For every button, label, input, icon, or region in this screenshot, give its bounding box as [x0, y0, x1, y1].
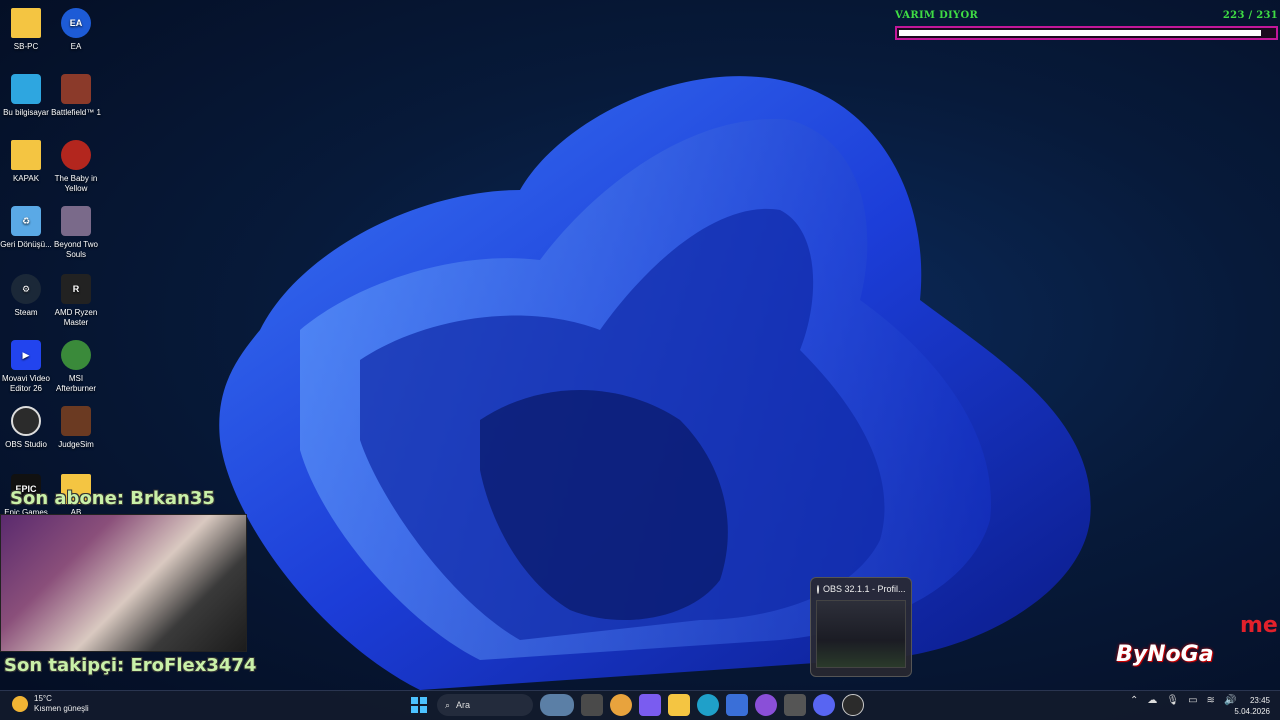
folder-icon	[11, 140, 41, 170]
desktop-icon-beyond-two-souls[interactable]: Beyond Two Souls	[50, 206, 102, 260]
obs-taskbar-preview[interactable]: OBS 32.1.1 - Profil...	[810, 577, 912, 677]
desktop-icon-judgesim[interactable]: JudgeSim	[50, 406, 102, 450]
last-subscriber-text: Son abone: Brkan35	[10, 488, 215, 509]
desktop-icon-msi-afterburner[interactable]: MSI Afterburner	[50, 340, 102, 394]
webcam-overlay	[0, 514, 247, 652]
desktop-icon-battlefield[interactable]: Battlefield™ 1	[50, 74, 102, 118]
desktop-icon-label: Bu bilgisayar	[3, 108, 49, 117]
desktop-icon-sb-pc[interactable]: SB-PC	[0, 8, 52, 52]
logo-accent: me	[1240, 613, 1278, 638]
desktop-icon-baby-in-yellow[interactable]: The Baby in Yellow	[50, 140, 102, 194]
afterburner-icon	[61, 340, 91, 370]
file-explorer-icon[interactable]	[668, 694, 690, 716]
ryzen-icon: R	[61, 274, 91, 304]
goal-progress-fill	[899, 30, 1261, 36]
weather-sun-icon	[12, 696, 28, 712]
obs-preview-title: OBS 32.1.1 - Profil...	[823, 584, 906, 594]
desktop-icon-movavi[interactable]: ▶ Movavi Video Editor 26	[0, 340, 52, 394]
desktop-icon-this-pc[interactable]: Bu bilgisayar	[0, 74, 52, 118]
obs-icon	[817, 584, 819, 594]
game-icon	[61, 74, 91, 104]
desktop-icon-label: KAPAK	[12, 174, 40, 183]
last-follower-text: Son takipçi: EroFlex3474	[4, 655, 257, 676]
edge-icon[interactable]	[697, 694, 719, 716]
folder-icon	[11, 8, 41, 38]
desktop-icon-label: Geri Dönüşü...	[0, 240, 52, 249]
copilot-icon[interactable]	[639, 694, 661, 716]
clock-date: 5.04.2026	[1234, 707, 1270, 716]
obs-preview-thumbnail	[816, 600, 906, 668]
monitor-icon	[11, 74, 41, 104]
microphone-icon[interactable]: 🎙	[1166, 695, 1179, 706]
ea-app-icon: EA	[61, 8, 91, 38]
desktop-icon-label: Battlefield™ 1	[51, 108, 101, 117]
widgets-icon[interactable]	[540, 694, 574, 716]
system-tray: ⌃ ☁ 🎙 ▭ ≋ 🔊	[1130, 695, 1236, 706]
goal-count: 223 / 231	[1222, 10, 1278, 21]
task-view-icon[interactable]	[581, 694, 603, 716]
desktop-icon-label: MSI Afterburner	[55, 374, 97, 393]
obs-taskbar-icon[interactable]	[842, 694, 864, 716]
desktop-icon-label: AMD Ryzen Master	[54, 308, 98, 327]
desktop-icon-label: Steam	[14, 308, 38, 317]
desktop-icon-ryzen-master[interactable]: R AMD Ryzen Master	[50, 274, 102, 328]
wifi-icon[interactable]: ≋	[1207, 695, 1215, 706]
desktop-icon-label: OBS Studio	[5, 440, 47, 449]
desktop-icon-label: SB-PC	[13, 42, 39, 51]
steam-icon: ⚙	[11, 274, 41, 304]
desktop-icon-ea[interactable]: EA EA	[50, 8, 102, 52]
taskbar-clock[interactable]: 23:45 5.04.2026	[1228, 695, 1270, 717]
clock-time: 23:45	[1249, 696, 1270, 705]
game-icon	[61, 206, 91, 236]
desktop-icon-obs[interactable]: OBS Studio	[0, 406, 52, 450]
network-cloud-icon[interactable]: ☁	[1147, 695, 1157, 706]
desktop-icon-label: Beyond Two Souls	[54, 240, 98, 259]
movavi-icon: ▶	[11, 340, 41, 370]
recycle-bin-icon: ♻	[11, 206, 41, 236]
weather-desc: Kısmen güneşli	[34, 704, 89, 713]
desktop-icon-label: JudgeSim	[58, 440, 94, 449]
desktop-icon-steam[interactable]: ⚙ Steam	[0, 274, 52, 318]
game-icon	[61, 140, 91, 170]
search-icon: ⌕	[445, 699, 451, 710]
goal-title: VARIM DIYOR	[895, 10, 979, 21]
obs-icon	[11, 406, 41, 436]
chrome-icon[interactable]	[610, 694, 632, 716]
desktop-icon-label: EA	[70, 42, 82, 51]
desktop-icon-kapak[interactable]: KAPAK	[0, 140, 52, 184]
taskbar: 15°C Kısmen güneşli ⌕ Ara ⌃ ☁ 🎙 ▭ ≋ 🔊 23…	[0, 690, 1280, 720]
taskbar-search[interactable]: ⌕ Ara	[437, 694, 533, 716]
start-button[interactable]	[408, 694, 430, 716]
gavel-icon	[61, 406, 91, 436]
twitch-studio-icon[interactable]	[755, 694, 777, 716]
weather-temp: 15°C	[34, 694, 52, 703]
display-icon[interactable]: ▭	[1188, 695, 1197, 706]
channel-logo: ByNoGa	[1116, 642, 1214, 667]
desktop-icon-recycle-bin[interactable]: ♻ Geri Dönüşü...	[0, 206, 52, 250]
discord-icon[interactable]	[813, 694, 835, 716]
desktop-icon-label: The Baby in Yellow	[54, 174, 98, 193]
weather-widget[interactable]: 15°C Kısmen güneşli	[12, 694, 89, 714]
app-icon[interactable]	[784, 694, 806, 716]
stream-goal-widget: VARIM DIYOR 223 / 231	[895, 10, 1278, 40]
desktop-icon-label: Movavi Video Editor 26	[2, 374, 50, 393]
chevron-up-icon[interactable]: ⌃	[1130, 695, 1138, 706]
search-placeholder: Ara	[456, 700, 471, 710]
goal-progress-bar	[895, 26, 1278, 40]
windows-logo-icon	[411, 697, 427, 713]
store-icon[interactable]	[726, 694, 748, 716]
